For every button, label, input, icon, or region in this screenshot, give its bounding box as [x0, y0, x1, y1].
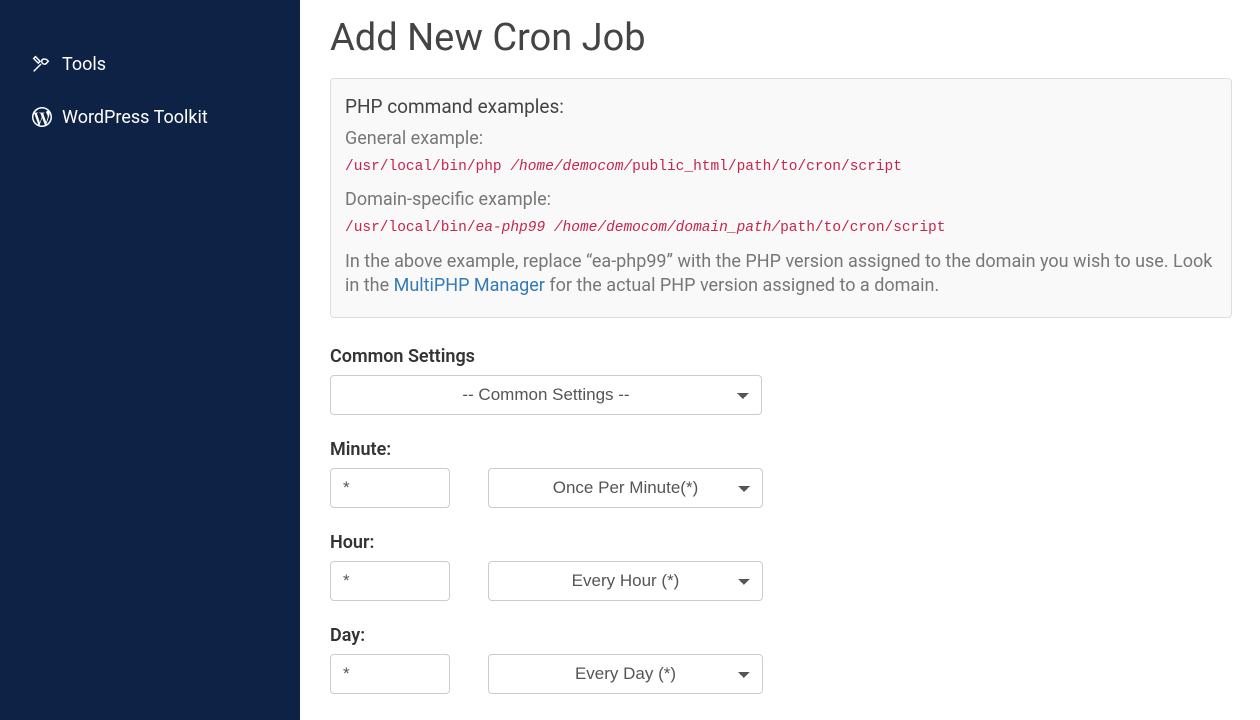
- minute-label: Minute:: [330, 439, 1232, 460]
- main-content: Add New Cron Job PHP command examples: G…: [300, 0, 1260, 720]
- hour-input[interactable]: [330, 561, 450, 601]
- tools-icon: [30, 53, 62, 75]
- common-settings-label: Common Settings: [330, 346, 1232, 367]
- day-input[interactable]: [330, 654, 450, 694]
- php-examples-box: PHP command examples: General example: /…: [330, 78, 1232, 318]
- sidebar-item-tools[interactable]: Tools: [0, 38, 300, 90]
- general-example-code: /usr/local/bin/php /home/democom/public_…: [345, 159, 1217, 175]
- day-preset-select[interactable]: Every Day (*): [488, 654, 763, 694]
- common-settings-select[interactable]: -- Common Settings --: [330, 375, 762, 415]
- hour-row: Hour: Every Hour (*): [330, 532, 1232, 601]
- minute-preset-select[interactable]: Once Per Minute(*): [488, 468, 763, 508]
- page-title: Add New Cron Job: [330, 16, 1232, 60]
- domain-example-code: /usr/local/bin/ea-php99 /home/democom/do…: [345, 220, 1217, 236]
- sidebar-item-wordpress-toolkit[interactable]: WordPress Toolkit: [0, 90, 300, 144]
- hour-label: Hour:: [330, 532, 1232, 553]
- examples-heading: PHP command examples:: [345, 95, 1217, 118]
- sidebar: Tools WordPress Toolkit: [0, 0, 300, 720]
- hour-preset-select[interactable]: Every Hour (*): [488, 561, 763, 601]
- minute-input[interactable]: [330, 468, 450, 508]
- wordpress-icon: [30, 105, 62, 129]
- sidebar-item-label: Tools: [62, 54, 106, 75]
- general-example-label: General example:: [345, 128, 1217, 149]
- common-settings-row: Common Settings -- Common Settings --: [330, 346, 1232, 415]
- sidebar-item-label: WordPress Toolkit: [62, 107, 208, 128]
- example-note: In the above example, replace “ea-php99”…: [345, 250, 1217, 299]
- domain-example-label: Domain-specific example:: [345, 189, 1217, 210]
- minute-row: Minute: Once Per Minute(*): [330, 439, 1232, 508]
- day-row: Day: Every Day (*): [330, 625, 1232, 694]
- day-label: Day:: [330, 625, 1232, 646]
- multiphp-manager-link[interactable]: MultiPHP Manager: [394, 275, 545, 296]
